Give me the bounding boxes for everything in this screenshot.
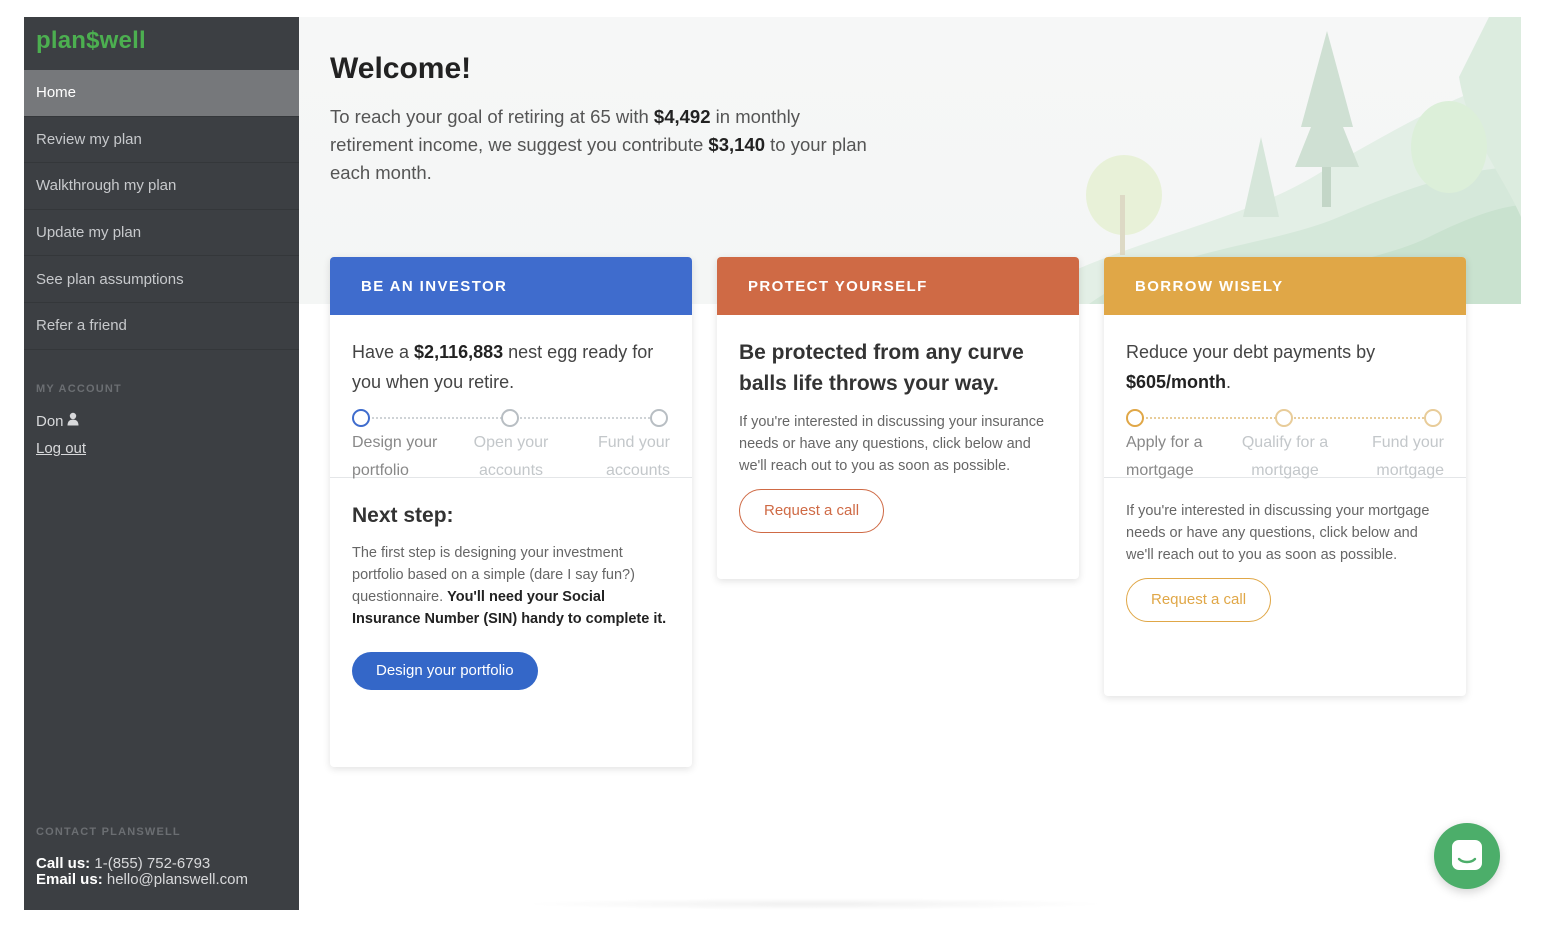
page-title: Welcome! — [330, 52, 472, 85]
step-label: Fund your accounts — [597, 434, 670, 479]
nest-egg-lead1: Have a — [352, 342, 415, 362]
contact-heading: CONTACT PLANSWELL — [36, 826, 181, 838]
email-value[interactable]: hello@planswell.com — [107, 871, 248, 888]
step-label: Fund your mortgage — [1371, 434, 1444, 479]
sidebar-nav: Home Review my plan Walkthrough my plan … — [24, 70, 299, 350]
step-dot — [650, 409, 668, 427]
borrow-text: If you're interested in discussing your … — [1126, 503, 1430, 563]
chat-button[interactable] — [1434, 823, 1500, 889]
nest-egg-text: Have a $2,116,883 nest egg ready for you… — [352, 337, 670, 397]
sidebar-item-home[interactable]: Home — [24, 70, 299, 117]
investor-card-body: Have a $2,116,883 nest egg ready for you… — [330, 315, 692, 690]
step-label: Apply for a mortgage — [1126, 434, 1203, 479]
step-label: Qualify for a mortgage — [1241, 434, 1329, 479]
step-label: Design your portfolio — [352, 434, 438, 479]
intro-part1: To reach your goal of retiring at 65 wit… — [330, 106, 654, 127]
sidebar: plan$well Home Review my plan Walkthroug… — [24, 17, 299, 910]
protect-button-wrap: Request a call — [739, 489, 1057, 533]
borrow-progress: Apply for a mortgage Qualify for a mortg… — [1126, 409, 1444, 479]
borrow-request-call-button[interactable]: Request a call — [1126, 578, 1272, 622]
protect-card-header: PROTECT YOURSELF — [717, 257, 1079, 315]
sidebar-item-refer-friend[interactable]: Refer a friend — [24, 303, 299, 350]
sidebar-item-review-plan[interactable]: Review my plan — [24, 117, 299, 164]
chat-icon — [1452, 840, 1482, 870]
step-dot — [1275, 409, 1293, 427]
next-step-text: The first step is designing your investm… — [352, 542, 670, 630]
step-dot — [501, 409, 519, 427]
next-step-title: Next step: — [352, 504, 454, 527]
sidebar-item-walkthrough-plan[interactable]: Walkthrough my plan — [24, 163, 299, 210]
user-name: Don — [36, 412, 64, 430]
user-icon — [67, 412, 79, 430]
account-user: Don — [36, 412, 79, 430]
monthly-contribution-amount: $3,140 — [708, 134, 766, 155]
borrow-card: BORROW WISELY Reduce your debt payments … — [1104, 257, 1466, 696]
borrow-button-wrap: Request a call — [1126, 578, 1444, 622]
protect-card-body: Be protected from any curve balls life t… — [717, 315, 1079, 533]
investor-card-header: BE AN INVESTOR — [330, 257, 692, 315]
borrow-card-body: Reduce your debt payments by $605/month.… — [1104, 315, 1466, 622]
debt-lead2: . — [1226, 372, 1232, 392]
step-label: Open your accounts — [473, 434, 549, 479]
retirement-income-amount: $4,492 — [653, 106, 711, 127]
bottom-shadow — [520, 898, 1110, 910]
borrow-card-header: BORROW WISELY — [1104, 257, 1466, 315]
contact-email: Email us: hello@planswell.com — [36, 871, 248, 888]
design-portfolio-button[interactable]: Design your portfolio — [352, 652, 538, 690]
protect-lead: Be protected from any curve balls life t… — [739, 341, 1024, 395]
design-button-wrap: Design your portfolio — [352, 652, 670, 690]
debt-lead1: Reduce your debt payments by — [1126, 342, 1376, 362]
protect-request-call-button[interactable]: Request a call — [739, 489, 885, 533]
step-dot — [1424, 409, 1442, 427]
account-heading: MY ACCOUNT — [36, 383, 122, 395]
contact-phone: Call us: 1-(855) 752-6793 — [36, 855, 210, 872]
planswell-logo[interactable]: plan$well — [36, 27, 146, 55]
call-label: Call us: — [36, 855, 91, 872]
intro-text: To reach your goal of retiring at 65 wit… — [330, 103, 870, 187]
logout-link[interactable]: Log out — [36, 440, 86, 457]
sidebar-item-update-plan[interactable]: Update my plan — [24, 210, 299, 257]
step-dot — [352, 409, 370, 427]
email-label: Email us: — [36, 871, 103, 888]
sidebar-item-plan-assumptions[interactable]: See plan assumptions — [24, 256, 299, 303]
step-dot — [1126, 409, 1144, 427]
protect-text: If you're interested in discussing your … — [739, 414, 1045, 474]
debt-text: Reduce your debt payments by $605/month. — [1126, 337, 1444, 397]
protect-card: PROTECT YOURSELF Be protected from any c… — [717, 257, 1079, 579]
main-content: Welcome! To reach your goal of retiring … — [299, 17, 1521, 910]
investor-progress: Design your portfolio Open your accounts… — [352, 409, 670, 479]
debt-amount: $605/month — [1126, 372, 1227, 392]
investor-card: BE AN INVESTOR Have a $2,116,883 nest eg… — [330, 257, 692, 767]
nest-egg-amount: $2,116,883 — [414, 342, 504, 362]
call-value[interactable]: 1-(855) 752-6793 — [94, 855, 210, 872]
